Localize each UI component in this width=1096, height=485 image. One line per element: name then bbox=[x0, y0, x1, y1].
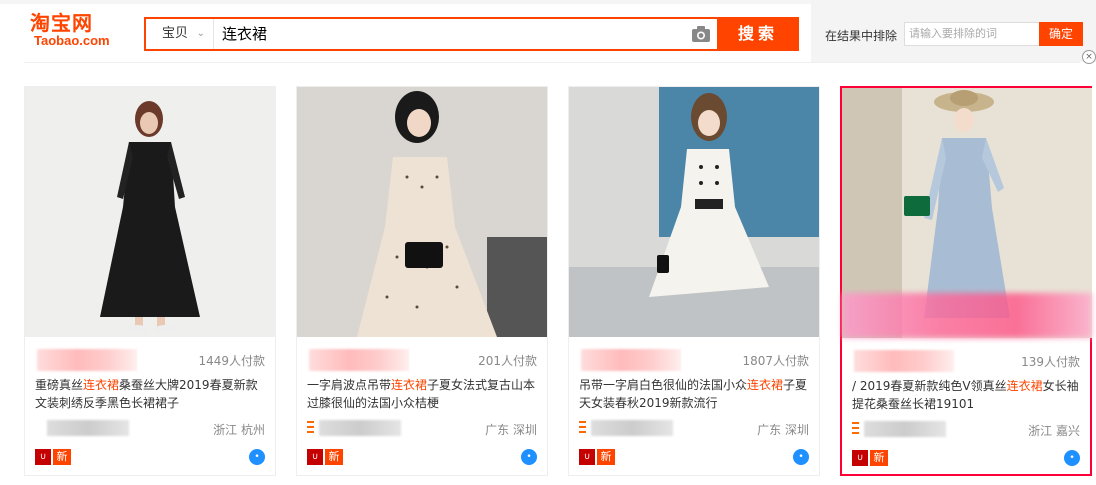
product-card[interactable]: 201人付款 一字肩波点吊带连衣裙子夏女法式复古山本过膝很仙的法国小众桔梗 广东… bbox=[296, 86, 548, 476]
exclude-confirm-button[interactable]: 确定 bbox=[1039, 22, 1083, 46]
chevron-down-icon: ⌄ bbox=[196, 28, 205, 39]
chat-icon[interactable]: • bbox=[249, 449, 265, 465]
product-image[interactable] bbox=[297, 87, 547, 337]
shop-name-blurred[interactable] bbox=[47, 420, 129, 436]
search-bar: 宝贝 ⌄ 连衣裙 搜索 bbox=[144, 17, 799, 51]
shop-icon bbox=[307, 421, 314, 433]
sales-count: 201人付款 bbox=[478, 354, 537, 368]
title-text: 重磅真丝 bbox=[35, 378, 84, 392]
title-keyword: 连衣裙 bbox=[391, 378, 428, 392]
product-image[interactable] bbox=[25, 87, 275, 337]
shop-name-blurred[interactable] bbox=[319, 420, 401, 436]
shop-name-blurred[interactable] bbox=[591, 420, 673, 436]
tmall-icon: ∪ bbox=[579, 449, 595, 465]
exclude-input[interactable]: 请输入要排除的词 bbox=[904, 22, 1040, 46]
tmall-icon: ∪ bbox=[35, 449, 51, 465]
title-text: 一字肩波点吊带 bbox=[307, 378, 392, 392]
search-type-dropdown[interactable]: 宝贝 ⌄ bbox=[146, 19, 214, 49]
product-title[interactable]: / 2019春夏新款纯色V领真丝连衣裙女长袖提花桑蚕丝长裙19101 bbox=[852, 377, 1084, 413]
sales-count: 1449人付款 bbox=[198, 354, 265, 368]
logo-english: Taobao.com bbox=[34, 33, 110, 48]
chat-icon[interactable]: • bbox=[793, 449, 809, 465]
product-title[interactable]: 吊带一字肩白色很仙的法国小众连衣裙子夏天女装春秋2019新款流行 bbox=[579, 376, 811, 412]
new-badge: 新 bbox=[870, 450, 888, 466]
chat-icon[interactable]: • bbox=[521, 449, 537, 465]
camera-icon[interactable] bbox=[691, 25, 711, 43]
title-keyword: 连衣裙 bbox=[83, 378, 120, 392]
logo-chinese: 淘宝网 bbox=[30, 11, 93, 35]
price-blurred bbox=[854, 350, 954, 372]
taobao-logo[interactable]: 淘宝网 Taobao.com bbox=[30, 12, 110, 48]
title-keyword: 连衣裙 bbox=[1006, 379, 1043, 393]
shop-location: 浙江 嘉兴 bbox=[1028, 424, 1080, 438]
shop-location: 广东 深圳 bbox=[485, 423, 537, 437]
search-input[interactable]: 连衣裙 bbox=[222, 19, 692, 49]
title-text: / 2019春夏新款纯色V领真丝 bbox=[852, 379, 1007, 393]
shop-location: 广东 深圳 bbox=[757, 423, 809, 437]
close-icon[interactable]: × bbox=[1082, 50, 1096, 64]
shop-icon bbox=[852, 422, 859, 434]
tmall-icon: ∪ bbox=[307, 449, 323, 465]
chat-icon[interactable]: • bbox=[1064, 450, 1080, 466]
product-image[interactable] bbox=[569, 87, 819, 337]
product-card[interactable]: 1449人付款 重磅真丝连衣裙桑蚕丝大牌2019春夏新款文装刺绣反季黑色长裙裙子… bbox=[24, 86, 276, 476]
title-text: 吊带一字肩白色很仙的法国小众 bbox=[579, 378, 748, 392]
title-keyword: 连衣裙 bbox=[747, 378, 784, 392]
exclude-panel: 在结果中排除 请输入要排除的词 确定 bbox=[811, 0, 1096, 62]
shop-name-blurred[interactable] bbox=[864, 421, 946, 437]
product-card-hovered[interactable]: 139人付款 / 2019春夏新款纯色V领真丝连衣裙女长袖提花桑蚕丝长裙1910… bbox=[840, 86, 1092, 476]
tmall-icon: ∪ bbox=[852, 450, 868, 466]
price-overlay-blurred bbox=[842, 293, 1092, 338]
price-blurred bbox=[581, 349, 681, 371]
new-badge: 新 bbox=[325, 449, 343, 465]
sales-count: 139人付款 bbox=[1021, 355, 1080, 369]
search-type-label: 宝贝 bbox=[162, 26, 189, 41]
shop-icon bbox=[579, 421, 586, 433]
product-title[interactable]: 重磅真丝连衣裙桑蚕丝大牌2019春夏新款文装刺绣反季黑色长裙裙子 bbox=[35, 376, 267, 412]
new-badge: 新 bbox=[53, 449, 71, 465]
new-badge: 新 bbox=[597, 449, 615, 465]
product-card[interactable]: 1807人付款 吊带一字肩白色很仙的法国小众连衣裙子夏天女装春秋2019新款流行… bbox=[568, 86, 820, 476]
shop-location: 浙江 杭州 bbox=[213, 423, 265, 437]
search-header: 淘宝网 Taobao.com 宝贝 ⌄ 连衣裙 搜索 在结果中排除 请输入要排除… bbox=[0, 0, 1096, 64]
exclude-label: 在结果中排除 bbox=[825, 29, 898, 43]
search-button[interactable]: 搜索 bbox=[717, 17, 799, 51]
price-blurred bbox=[37, 349, 137, 371]
product-title[interactable]: 一字肩波点吊带连衣裙子夏女法式复古山本过膝很仙的法国小众桔梗 bbox=[307, 376, 539, 412]
header-divider bbox=[24, 62, 1080, 63]
sales-count: 1807人付款 bbox=[742, 354, 809, 368]
price-blurred bbox=[309, 349, 409, 371]
